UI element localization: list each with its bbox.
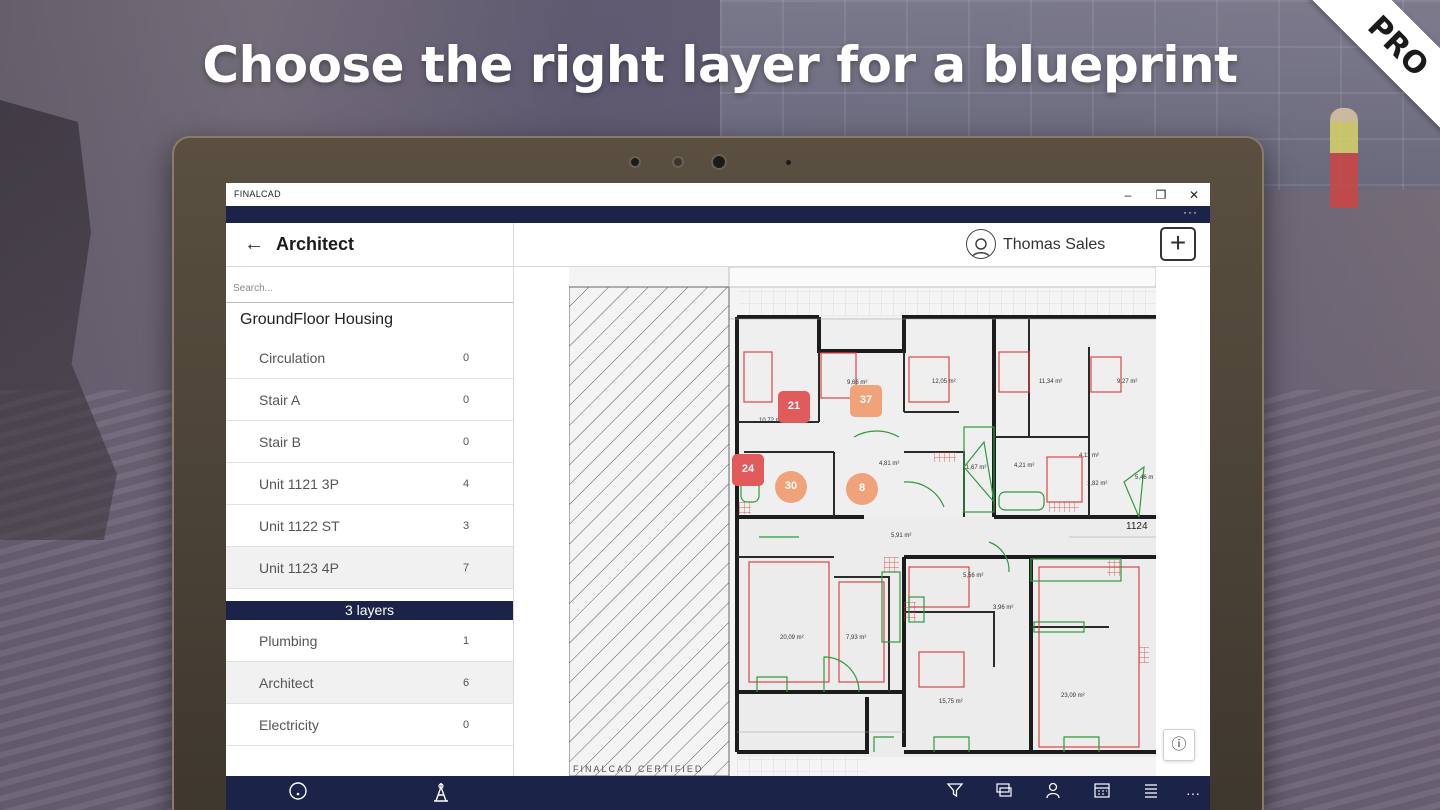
zone-list: Circulation 0 Stair A 0 Stair B 0 Unit 1…: [226, 337, 513, 589]
observation-pin[interactable]: 8: [846, 473, 878, 505]
zone-item[interactable]: Unit 1122 ST 3: [226, 505, 513, 547]
layer-count: 6: [463, 677, 470, 689]
zone-count: 7: [463, 562, 470, 574]
app-window: FINALCAD – ❐ ✕ ··· ← Architect Thomas Sa…: [226, 183, 1210, 810]
pin-number: 30: [784, 480, 798, 492]
room-area-label: 4,81 m²: [879, 461, 899, 467]
filter-icon[interactable]: [943, 781, 967, 805]
user-name[interactable]: Thomas Sales: [1003, 236, 1105, 254]
pin-number: 21: [787, 400, 801, 412]
more-options-icon[interactable]: ···: [1181, 781, 1205, 805]
user-icon[interactable]: [1041, 781, 1065, 805]
zone-label: Stair B: [259, 434, 302, 450]
zone-item[interactable]: Stair A 0: [226, 379, 513, 421]
background-worker: [1330, 108, 1358, 208]
user-avatar-icon[interactable]: [966, 229, 996, 259]
window-title: FINALCAD: [234, 189, 281, 199]
location-pin-icon[interactable]: [286, 781, 310, 805]
search-field[interactable]: Search...: [226, 267, 513, 303]
blueprint-icon[interactable]: [429, 781, 453, 805]
layer-count: 1: [463, 635, 470, 647]
layer-item[interactable]: Plumbing 1: [226, 620, 513, 662]
zone-item[interactable]: Unit 1121 3P 4: [226, 463, 513, 505]
room-area-label: 7,93 m²: [846, 635, 866, 641]
zone-label: Stair A: [259, 392, 301, 408]
pin-number: 24: [741, 463, 755, 475]
zone-count: 0: [463, 394, 470, 406]
room-area-label: 11,34 m²: [1039, 379, 1062, 385]
page-title: Architect: [276, 234, 355, 254]
top-app-strip: ···: [226, 206, 1210, 223]
layer-count: 0: [463, 719, 470, 731]
more-options-icon[interactable]: ···: [1183, 206, 1198, 218]
plus-icon: +: [1169, 227, 1187, 258]
room-area-label: 9,27 m²: [1117, 379, 1137, 385]
room-area-label: 3,96 m²: [993, 605, 1013, 611]
layers-icon[interactable]: [992, 781, 1016, 805]
layer-label: Architect: [259, 675, 314, 691]
room-area-label: 4,21 m²: [1014, 463, 1034, 469]
observation-pin[interactable]: 24: [732, 454, 764, 486]
bottom-app-bar: ···: [226, 776, 1210, 810]
info-icon[interactable]: ⓘ: [1163, 729, 1195, 761]
user-header: Thomas Sales +: [514, 223, 1210, 267]
room-area-label: 5,56 m²: [963, 573, 983, 579]
pin-number: 8: [858, 482, 866, 494]
camera-lens: [711, 154, 727, 170]
add-button[interactable]: +: [1160, 227, 1196, 261]
room-area-label: 1,67 m²: [966, 465, 986, 471]
restore-icon[interactable]: ❐: [1146, 185, 1176, 205]
layers-header: 3 layers: [226, 601, 513, 620]
observation-pin[interactable]: 37: [850, 385, 882, 417]
room-area-label: 4,11 m²: [1079, 453, 1099, 459]
zone-count: 0: [463, 436, 470, 448]
background-excavator: [0, 100, 117, 540]
certified-watermark: FINALCAD CERTIFIED: [573, 764, 704, 774]
room-area-label: 23,09 m²: [1061, 693, 1085, 699]
zone-item[interactable]: Stair B 0: [226, 421, 513, 463]
observation-pin[interactable]: 21: [778, 391, 810, 423]
zone-item-selected[interactable]: Unit 1123 4P 7: [226, 547, 513, 589]
room-area-label: 1,82 m²: [1087, 481, 1107, 487]
group-title[interactable]: GroundFloor Housing: [240, 311, 393, 329]
sensor-dot: [786, 160, 791, 165]
room-area-label: 5,91 m²: [891, 533, 911, 539]
arrow-left-icon[interactable]: ←: [244, 233, 264, 256]
zone-label: Unit 1122 ST: [259, 518, 340, 534]
page-header: ← Architect: [226, 223, 514, 267]
blueprint-drawing[interactable]: 9,66 m² 12,05 m² 10,72 m² 4,81 m² 1,67 m…: [569, 267, 1156, 776]
layer-item-selected[interactable]: Architect 6: [226, 662, 513, 704]
zone-count: 4: [463, 478, 470, 490]
pin-number: 37: [859, 394, 873, 406]
calendar-icon[interactable]: [1090, 781, 1114, 805]
room-area-label: 12,05 m²: [932, 379, 956, 385]
layer-item[interactable]: Electricity 0: [226, 704, 513, 746]
list-icon[interactable]: [1139, 781, 1163, 805]
room-area-label: 5,46 m: [1135, 475, 1153, 481]
zone-label: Unit 1123 4P: [259, 560, 339, 576]
zone-count: 0: [463, 352, 470, 364]
search-input[interactable]: Search...: [233, 283, 273, 294]
window-titlebar: FINALCAD – ❐ ✕: [226, 183, 1210, 206]
blueprint-viewer[interactable]: 9,66 m² 12,05 m² 10,72 m² 4,81 m² 1,67 m…: [515, 267, 1210, 776]
layer-label: Electricity: [259, 717, 319, 733]
sensor-dot: [629, 156, 641, 168]
layer-label: Plumbing: [259, 633, 318, 649]
marketing-headline: Choose the right layer for a blueprint: [202, 36, 1238, 94]
room-number: 1124: [1126, 521, 1148, 532]
room-area-label: 20,09 m²: [780, 635, 804, 641]
zone-label: Circulation: [259, 350, 326, 366]
layer-list: Plumbing 1 Architect 6 Electricity 0: [226, 620, 513, 746]
close-icon[interactable]: ✕: [1179, 185, 1209, 205]
minimize-icon[interactable]: –: [1113, 185, 1143, 205]
zones-sidebar: Search... GroundFloor Housing Circulatio…: [226, 267, 514, 776]
zone-label: Unit 1121 3P: [259, 476, 339, 492]
zone-count: 3: [463, 520, 470, 532]
sensor-dot: [672, 156, 684, 168]
observation-pin[interactable]: 30: [775, 471, 807, 503]
zone-item[interactable]: Circulation 0: [226, 337, 513, 379]
room-area-label: 15,75 m²: [939, 699, 963, 705]
